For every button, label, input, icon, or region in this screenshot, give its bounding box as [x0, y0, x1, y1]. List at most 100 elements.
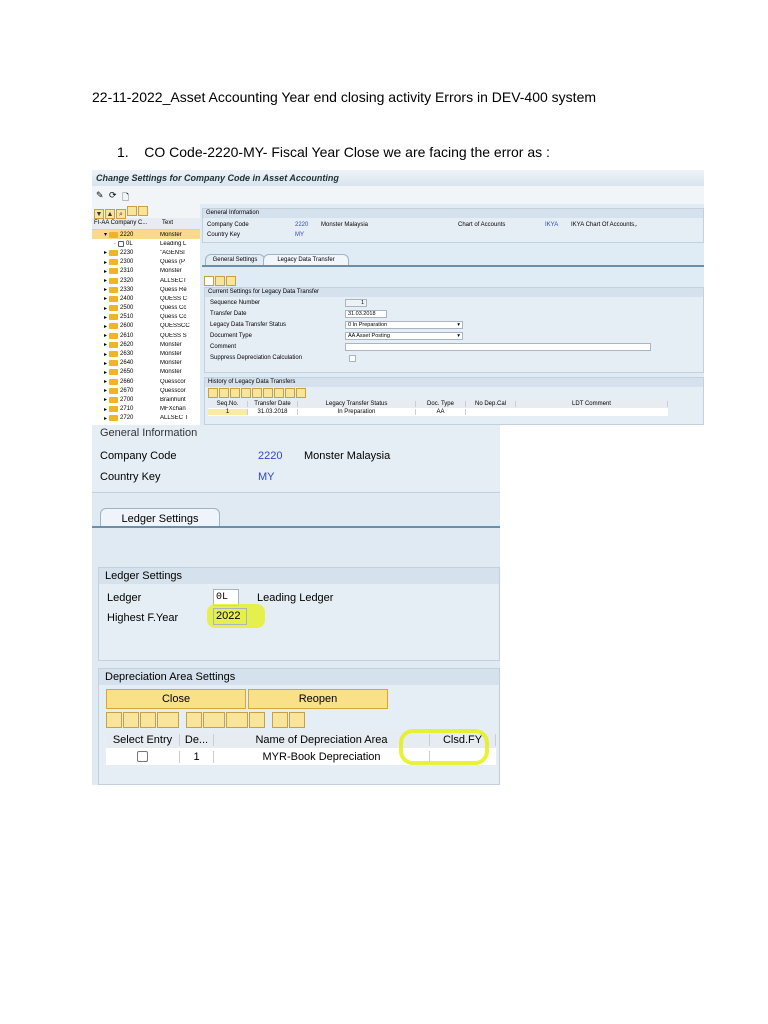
current-settings-panel: Current Settings for Legacy Data Transfe… [204, 287, 704, 373]
expand-arrow-icon[interactable]: ▸ [104, 378, 107, 385]
info-icon[interactable] [289, 712, 305, 728]
expand-arrow-icon[interactable]: ▸ [104, 305, 107, 312]
col-header[interactable]: No Dep.Cal [466, 400, 516, 407]
settings-icon[interactable] [138, 206, 148, 216]
find-icon[interactable] [140, 712, 156, 728]
collapse-arrow-icon[interactable]: ▾ [104, 231, 107, 238]
comment-input[interactable] [345, 343, 651, 351]
export-icon[interactable] [226, 712, 248, 728]
expand-arrow-icon[interactable]: ▸ [104, 360, 107, 367]
refresh-icon[interactable]: ⟳ [109, 190, 117, 201]
tree-item-2720[interactable]: ▸ 2720 ALLSEC T [92, 414, 200, 423]
expand-arrow-icon[interactable]: ▸ [104, 277, 107, 284]
expand-arrow-icon[interactable]: ▸ [104, 314, 107, 321]
select-checkbox[interactable] [137, 751, 148, 763]
tab-general-settings[interactable]: General Settings [205, 254, 265, 265]
suppress-depreciation-checkbox[interactable] [349, 355, 356, 362]
expand-arrow-icon[interactable]: ▸ [104, 286, 107, 293]
table-row[interactable]: 1 31.03.2018 In Preparation AA [208, 408, 668, 416]
col-header[interactable]: De... [180, 734, 214, 746]
expand-arrow-icon[interactable]: ▸ [104, 295, 107, 302]
tree-item-2610[interactable]: ▸ 2610 QUESS S [92, 331, 200, 340]
expand-arrow-icon[interactable]: ▸ [104, 323, 107, 330]
expand-arrow-icon[interactable]: ▸ [104, 369, 107, 376]
tree-item-2310[interactable]: ▸ 2310 Monster [92, 267, 200, 276]
transfer-status-select[interactable]: 0 In Preparation ▾ [345, 321, 463, 329]
folder-icon[interactable] [127, 206, 137, 216]
expand-arrow-icon[interactable]: ▸ [104, 406, 107, 413]
tree-code: 2700 [120, 396, 134, 403]
expand-arrow-icon[interactable]: ▸ [104, 351, 107, 358]
close-button[interactable]: Close [106, 689, 246, 709]
col-header[interactable]: Name of Depreciation Area [214, 734, 430, 746]
sort-desc-icon[interactable] [219, 388, 229, 398]
company-name: Monster Malaysia [304, 450, 391, 462]
transfer-date-field[interactable]: 31.03.2018 [345, 310, 387, 318]
expand-arrow-icon[interactable]: ▸ [104, 396, 107, 403]
tree-item-2620[interactable]: ▸ 2620 Monster [92, 340, 200, 349]
tree-text: Monster [160, 341, 182, 348]
tree-item-2330[interactable]: ▸ 2330 Quess Re [92, 285, 200, 294]
layout-icon[interactable] [249, 712, 265, 728]
expand-arrow-icon[interactable]: ▸ [104, 341, 107, 348]
sort-asc-icon[interactable] [106, 712, 122, 728]
export-icon[interactable] [285, 388, 295, 398]
tree-item-2700[interactable]: ▸ 2700 Brainhunt [92, 395, 200, 404]
tree-item-2500[interactable]: ▸ 2500 Quess Cc [92, 304, 200, 313]
details-icon[interactable] [272, 712, 288, 728]
col-header[interactable]: Select Entry [106, 734, 180, 746]
sort-asc-icon[interactable] [208, 388, 218, 398]
folder-icon [109, 360, 119, 367]
view-icon[interactable] [203, 712, 225, 728]
find-next-icon[interactable] [241, 388, 251, 398]
filter-icon[interactable] [157, 712, 179, 728]
tree-item-2600[interactable]: ▸ 2600 QUESSCC [92, 322, 200, 331]
tab-legacy-data-transfer[interactable]: Legacy Data Transfer [263, 254, 349, 265]
sort-desc-icon[interactable] [123, 712, 139, 728]
tree-item-2710[interactable]: ▸ 2710 MFXchan [92, 405, 200, 414]
view-icon[interactable] [274, 388, 284, 398]
tab-ledger-settings[interactable]: Ledger Settings [100, 508, 220, 528]
tree-item-2300[interactable]: ▸ 2300 Quess (P [92, 258, 200, 267]
tree-item-2510[interactable]: ▸ 2510 Quess Cc [92, 313, 200, 322]
col-header[interactable]: Seq.No. [208, 400, 248, 407]
tree-item-2650[interactable]: ▸ 2650 Monster [92, 368, 200, 377]
reopen-button[interactable]: Reopen [248, 689, 388, 709]
expand-arrow-icon[interactable]: ▸ [104, 268, 107, 275]
tree-item-2630[interactable]: ▸ 2630 Monster [92, 349, 200, 358]
tree-item-2400[interactable]: ▸ 2400 QUESS C [92, 294, 200, 303]
tree-item-2320[interactable]: ▸ 2320 ALLSECT [92, 276, 200, 285]
tree-item-2230[interactable]: ▸ 2230 "AGENSI [92, 248, 200, 257]
toolbar: ✎ ⟳ 🗋 [92, 186, 704, 204]
tree-item-2640[interactable]: ▸ 2640 Monster [92, 359, 200, 368]
expand-arrow-icon[interactable]: ▸ [104, 249, 107, 256]
print-icon[interactable] [263, 388, 273, 398]
expand-arrow-icon[interactable]: ▸ [104, 387, 107, 394]
cell: MYR-Book Depreciation [214, 750, 430, 763]
expand-arrow-icon[interactable]: ▸ [104, 332, 107, 339]
col-header[interactable]: LDT Comment [516, 400, 668, 407]
tree-text: Quess Cc [160, 305, 187, 312]
tree-text: Monster [160, 369, 182, 376]
tree-item-2220[interactable]: ▾ 2220 Monster [92, 230, 200, 240]
tree-text: Quesscor [160, 378, 186, 385]
tree-item-2670[interactable]: ▸ 2670 Quesscor [92, 386, 200, 395]
expand-arrow-icon[interactable]: · [114, 241, 116, 247]
expand-arrow-icon[interactable]: ▸ [104, 259, 107, 266]
new-icon[interactable] [204, 276, 214, 286]
filter-icon[interactable] [252, 388, 262, 398]
expand-arrow-icon[interactable]: ▸ [104, 415, 107, 422]
col-header[interactable]: Legacy Transfer Status [298, 400, 416, 407]
print-icon[interactable] [186, 712, 202, 728]
col-header[interactable]: Transfer Date [248, 400, 298, 407]
document-type-select[interactable]: AA Asset Posting ▾ [345, 332, 463, 340]
find-icon[interactable] [230, 388, 240, 398]
select-entry-cell[interactable] [106, 750, 180, 763]
pencil-icon[interactable]: ✎ [96, 190, 104, 201]
layout-icon[interactable] [296, 388, 306, 398]
col-header[interactable]: Doc. Type [416, 400, 466, 407]
tree-item-2660[interactable]: ▸ 2660 Quesscor [92, 377, 200, 386]
delete-icon[interactable] [226, 276, 236, 286]
edit-icon[interactable] [215, 276, 225, 286]
tree-item-0L[interactable]: · 0L Leading L [92, 239, 200, 248]
